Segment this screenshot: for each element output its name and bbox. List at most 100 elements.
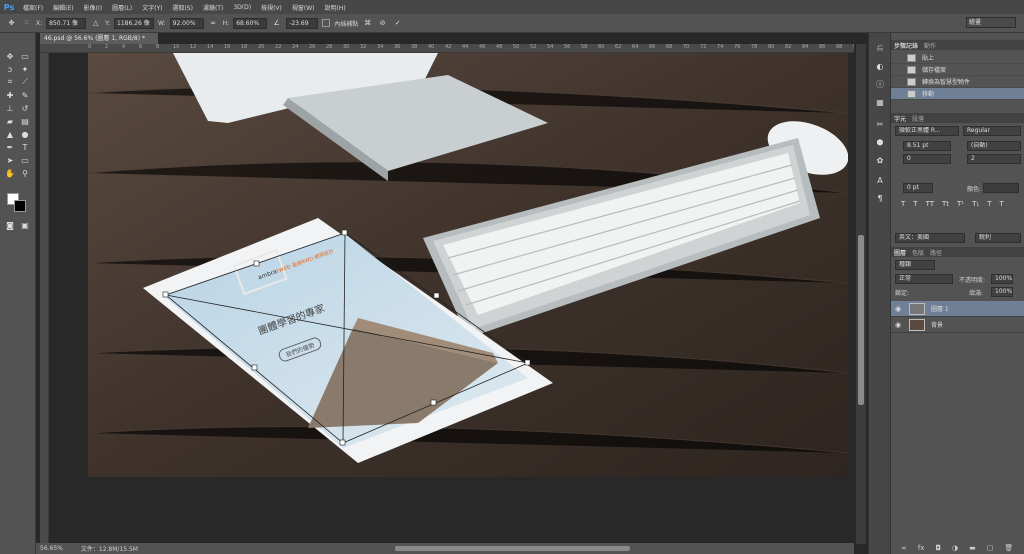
- kerning-field[interactable]: 0: [903, 154, 951, 164]
- baseline-field[interactable]: 0 pt: [903, 183, 933, 193]
- blur-tool-icon[interactable]: ▲: [4, 128, 16, 140]
- pen-tool-icon[interactable]: ✒: [4, 141, 16, 153]
- history-item[interactable]: 轉換為智慧型物件: [891, 76, 1024, 88]
- mask-icon[interactable]: ◘: [935, 544, 941, 552]
- commit-transform-icon[interactable]: ✓: [392, 18, 403, 29]
- paragraph-panel-icon[interactable]: ¶: [873, 191, 887, 205]
- blend-mode-select[interactable]: 正常: [895, 274, 953, 284]
- document-tab[interactable]: 46.psd @ 56.6% (圖層 1, RGB/8) *: [40, 33, 158, 44]
- clone-stamp-icon[interactable]: ⊥: [4, 102, 16, 114]
- zoom-level[interactable]: 56.65%: [40, 545, 63, 552]
- cube-panel-icon[interactable]: ⬢: [873, 135, 887, 149]
- menu-3d[interactable]: 3D(D): [228, 4, 256, 11]
- strikethrough-icon[interactable]: T: [1000, 200, 1004, 208]
- dodge-tool-icon[interactable]: ●: [19, 128, 31, 140]
- antialias-select[interactable]: 銳利: [975, 233, 1021, 243]
- cancel-transform-icon[interactable]: ⊘: [377, 18, 388, 29]
- menu-layer[interactable]: 圖層(L): [107, 3, 137, 12]
- angle-field[interactable]: -23.69: [286, 17, 319, 29]
- language-select[interactable]: 英文：美國: [895, 233, 965, 243]
- move-tool-preset-icon[interactable]: ✥: [6, 18, 17, 29]
- tracking-field[interactable]: 2: [967, 154, 1021, 164]
- rectangle-tool-icon[interactable]: ▭: [19, 154, 31, 166]
- magic-wand-icon[interactable]: ✦: [19, 63, 31, 75]
- menu-select[interactable]: 選取(S): [167, 3, 198, 12]
- leading-field[interactable]: (自動): [967, 141, 1021, 151]
- menu-view[interactable]: 檢視(V): [256, 3, 287, 12]
- y-field[interactable]: 1186.26 像: [114, 17, 155, 29]
- eraser-icon[interactable]: ▰: [4, 115, 16, 127]
- healing-brush-icon[interactable]: ✚: [4, 89, 16, 101]
- background-color-swatch[interactable]: [14, 200, 26, 212]
- layer-filter-select[interactable]: 種類: [895, 260, 935, 270]
- menu-filter[interactable]: 濾鏡(T): [198, 3, 228, 12]
- faux-bold-icon[interactable]: T: [901, 200, 905, 208]
- width-field[interactable]: 92.00%: [169, 17, 204, 29]
- document-canvas[interactable]: ambratweb 盈高RWD 網頁設計 團體學習的專家 我們的優勢: [88, 53, 848, 477]
- path-selection-icon[interactable]: ➤: [4, 154, 16, 166]
- tab-actions[interactable]: 動作: [924, 41, 936, 50]
- workspace-select[interactable]: 繪畫: [966, 17, 1016, 28]
- lasso-tool-icon[interactable]: ↄ: [4, 63, 16, 75]
- history-item-selected[interactable]: 移動: [891, 88, 1024, 100]
- character-panel-icon[interactable]: A: [873, 173, 887, 187]
- quick-mask-icon[interactable]: ◙: [4, 219, 16, 231]
- menu-image[interactable]: 影像(I): [79, 3, 107, 12]
- layer-row[interactable]: ◉ 圖層 1: [891, 301, 1024, 317]
- new-layer-icon[interactable]: ▢: [987, 544, 994, 552]
- brush-panel-icon[interactable]: ✿: [873, 153, 887, 167]
- gradient-tool-icon[interactable]: ▤: [19, 115, 31, 127]
- zoom-tool-icon[interactable]: ⚲: [19, 167, 31, 179]
- color-panel-icon[interactable]: ◐: [873, 59, 887, 73]
- link-layers-icon[interactable]: ∞: [901, 544, 907, 552]
- faux-italic-icon[interactable]: T: [913, 200, 917, 208]
- tab-layers[interactable]: 圖層: [894, 248, 906, 257]
- tab-paragraph[interactable]: 段落: [912, 114, 924, 123]
- layer-row[interactable]: ◉ 背景: [891, 317, 1024, 333]
- history-panel-icon[interactable]: ⎌: [873, 41, 887, 55]
- interpolation-checkbox[interactable]: [322, 19, 331, 27]
- visibility-eye-icon[interactable]: ◉: [891, 321, 905, 329]
- tab-history[interactable]: 步驟記錄: [894, 41, 918, 50]
- info-panel-icon[interactable]: ⓘ: [873, 77, 887, 91]
- tab-channels[interactable]: 色版: [912, 248, 924, 257]
- tab-paths[interactable]: 路徑: [930, 248, 942, 257]
- underline-icon[interactable]: T: [987, 200, 991, 208]
- screen-mode-icon[interactable]: ▣: [19, 219, 31, 231]
- height-field[interactable]: 68.60%: [233, 17, 268, 29]
- x-field[interactable]: 850.71 像: [46, 17, 87, 29]
- menu-window[interactable]: 視窗(W): [287, 3, 320, 12]
- swatches-panel-icon[interactable]: ▦: [873, 95, 887, 109]
- all-caps-icon[interactable]: TT: [926, 200, 934, 208]
- font-style-select[interactable]: Regular: [963, 126, 1021, 136]
- type-tool-icon[interactable]: T: [19, 141, 31, 153]
- brush-tool-icon[interactable]: ✎: [19, 89, 31, 101]
- fx-icon[interactable]: fx: [918, 544, 925, 552]
- history-item[interactable]: 貼上: [891, 52, 1024, 64]
- delete-layer-icon[interactable]: 🗑: [1004, 544, 1013, 552]
- move-tool-icon[interactable]: ✥: [4, 50, 16, 62]
- superscript-icon[interactable]: T¹: [957, 200, 964, 208]
- fill-field[interactable]: 100%: [991, 287, 1013, 297]
- menu-help[interactable]: 說明(H): [320, 3, 351, 12]
- delta-icon[interactable]: △: [90, 18, 101, 29]
- tools-panel-icon[interactable]: ✂: [873, 117, 887, 131]
- history-item[interactable]: 儲存檔案: [891, 64, 1024, 76]
- menu-file[interactable]: 檔案(F): [18, 3, 48, 12]
- eyedropper-icon[interactable]: ⟋: [19, 76, 31, 88]
- group-icon[interactable]: ▬: [969, 544, 976, 552]
- menu-type[interactable]: 文字(Y): [137, 3, 167, 12]
- hand-tool-icon[interactable]: ✋: [4, 167, 16, 179]
- font-size-field[interactable]: 8.51 pt: [903, 141, 951, 151]
- small-caps-icon[interactable]: Tt: [942, 200, 949, 208]
- link-icon[interactable]: ∞: [208, 18, 219, 29]
- vertical-scrollbar[interactable]: [858, 235, 864, 405]
- warp-icon[interactable]: ⌘: [362, 18, 373, 29]
- history-brush-icon[interactable]: ↺: [19, 102, 31, 114]
- menu-edit[interactable]: 編輯(E): [48, 3, 78, 12]
- opacity-field[interactable]: 100%: [991, 274, 1013, 284]
- font-family-select[interactable]: 微軟正黑體 R...: [895, 126, 959, 136]
- visibility-eye-icon[interactable]: ◉: [891, 305, 905, 313]
- horizontal-scrollbar[interactable]: [395, 546, 630, 551]
- subscript-icon[interactable]: T₁: [972, 200, 979, 208]
